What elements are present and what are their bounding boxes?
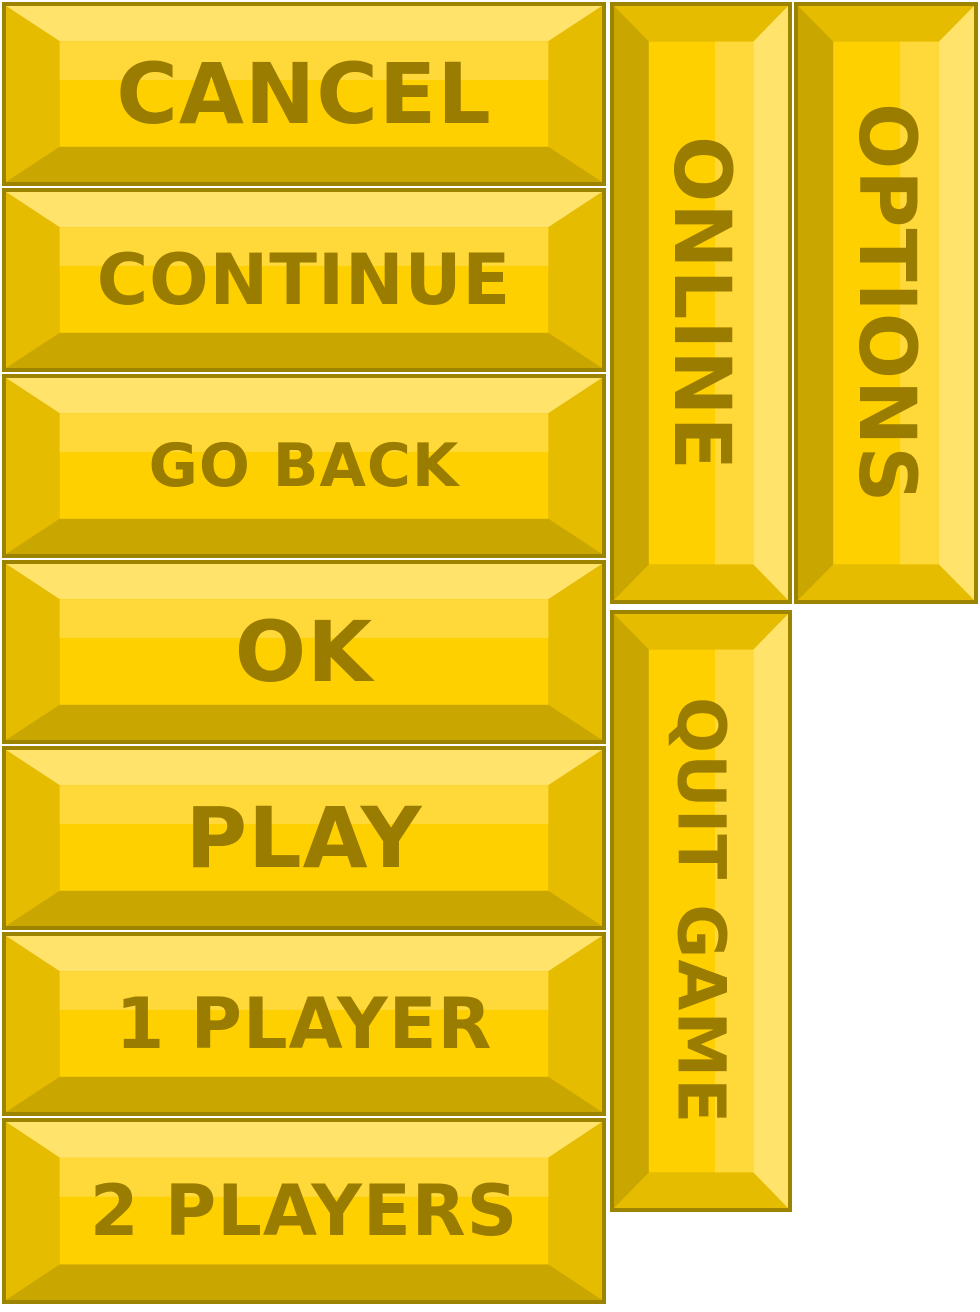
two-players-label: 2 PLAYERS	[89, 1170, 519, 1252]
go-back-button[interactable]: GO BACK	[2, 374, 606, 558]
options-button[interactable]: OPTIONS	[794, 2, 978, 604]
options-label: OPTIONS	[841, 102, 931, 504]
continue-label: CONTINUE	[96, 239, 512, 321]
go-back-label: GO BACK	[148, 431, 460, 501]
quit-game-button[interactable]: QUIT GAME	[610, 610, 792, 1212]
play-label: PLAY	[185, 789, 423, 887]
continue-button[interactable]: CONTINUE	[2, 188, 606, 372]
two-players-button[interactable]: 2 PLAYERS	[2, 1118, 606, 1304]
online-button[interactable]: ONLINE	[610, 2, 792, 604]
one-player-label: 1 PLAYER	[115, 983, 493, 1065]
cancel-button[interactable]: CANCEL	[2, 2, 606, 186]
online-label: ONLINE	[656, 135, 746, 471]
ok-button[interactable]: OK	[2, 560, 606, 744]
ok-label: OK	[234, 603, 374, 701]
one-player-button[interactable]: 1 PLAYER	[2, 932, 606, 1116]
play-button[interactable]: PLAY	[2, 746, 606, 930]
quit-game-label: QUIT GAME	[662, 697, 740, 1125]
cancel-label: CANCEL	[116, 45, 492, 143]
